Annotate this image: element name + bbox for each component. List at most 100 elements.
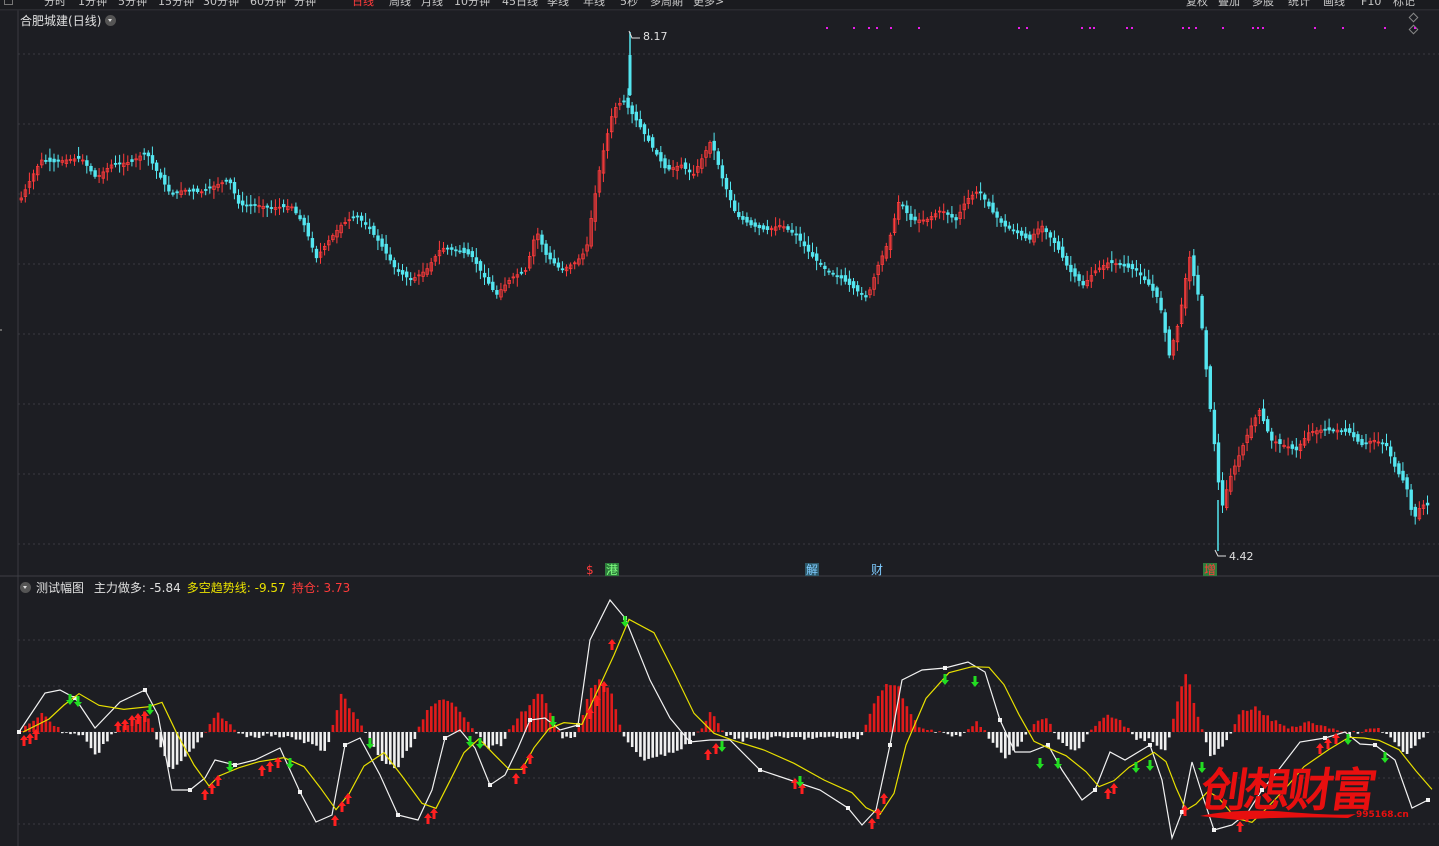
histogram-bar <box>934 732 937 733</box>
candle-body <box>1134 268 1139 271</box>
histogram-bar <box>930 729 933 732</box>
candle-body <box>1007 225 1012 229</box>
histogram-bar <box>192 732 195 749</box>
indicator-series: 主力做多: -5.84 <box>93 581 181 595</box>
histogram-bar <box>241 732 244 734</box>
histogram-bar <box>1086 732 1089 735</box>
histogram-bar <box>56 726 60 732</box>
line-node <box>17 730 21 734</box>
histogram-bar <box>1373 728 1376 732</box>
line-node <box>888 743 892 747</box>
candle-body <box>1356 434 1360 442</box>
histogram-bar <box>1200 729 1204 732</box>
histogram-bar <box>1360 731 1364 733</box>
histogram-bar <box>618 724 622 732</box>
histogram-bar <box>405 732 408 751</box>
chevron-down-icon[interactable] <box>20 582 31 593</box>
candle-body <box>1196 274 1200 295</box>
candle-body <box>454 249 458 252</box>
down-arrow-icon <box>66 694 74 705</box>
histogram-bar <box>999 732 1003 753</box>
line-node <box>528 718 532 722</box>
candle-body <box>745 216 749 223</box>
signal-dot <box>1126 27 1128 29</box>
histogram-bar <box>1040 719 1044 732</box>
line-node <box>233 763 237 767</box>
histogram-bar <box>196 732 199 743</box>
candle-body <box>1401 470 1405 481</box>
histogram-bar <box>413 732 417 739</box>
signal-dot <box>1089 27 1091 29</box>
histogram-bar <box>1016 732 1019 747</box>
histogram-bar <box>536 693 540 732</box>
histogram-bar <box>81 732 85 736</box>
histogram-bar <box>1368 728 1372 732</box>
histogram-bar <box>1204 732 1208 743</box>
candle-body <box>638 118 643 128</box>
candle-body <box>376 235 380 241</box>
candle-body <box>1208 366 1212 409</box>
histogram-bar <box>364 732 367 733</box>
candle-body <box>89 165 93 172</box>
histogram-bar <box>622 732 626 737</box>
candle-body <box>839 275 843 279</box>
histogram-bar <box>1184 674 1187 732</box>
candle-body <box>655 149 659 155</box>
line-node <box>688 740 692 744</box>
up-arrow-icon <box>114 721 122 732</box>
histogram-bar <box>1389 732 1392 738</box>
histogram-bar <box>938 731 941 733</box>
histogram-bar <box>257 732 261 738</box>
histogram-bar <box>659 732 663 755</box>
candle-body <box>1024 233 1028 239</box>
histogram-bar <box>1155 732 1159 746</box>
histogram-bar <box>1098 721 1101 732</box>
candle-body <box>987 201 991 207</box>
candle-body <box>470 251 474 258</box>
histogram-bar <box>1004 732 1007 759</box>
candle-body <box>93 170 97 177</box>
event-marker: $ <box>586 563 594 577</box>
candle-body <box>142 152 146 155</box>
chart-canvas[interactable]: 8.17 4.42 $ 港 解 财 增 <box>0 0 1439 846</box>
event-marker: 财 <box>871 563 883 577</box>
candle-body <box>733 200 737 212</box>
candle-body <box>204 189 208 191</box>
candle-body <box>253 204 257 206</box>
histogram-bar <box>1319 725 1323 732</box>
histogram-bar <box>499 732 503 747</box>
histogram-bar <box>983 730 987 732</box>
candle-body <box>1011 229 1016 232</box>
candle-body <box>175 191 179 194</box>
histogram-bar <box>1045 718 1048 732</box>
histogram-bar <box>987 732 991 739</box>
histogram-bar <box>438 700 441 732</box>
histogram-bar <box>901 698 905 732</box>
candle-body <box>683 162 688 169</box>
signal-dot <box>1018 27 1020 29</box>
histogram-bar <box>1315 725 1319 732</box>
histogram-bar <box>1188 684 1192 732</box>
candle-body <box>1020 230 1024 236</box>
candle-body <box>228 179 233 184</box>
candle-body <box>191 188 196 192</box>
histogram-bar <box>1274 720 1278 732</box>
candle-body <box>901 204 905 207</box>
histogram-bar <box>782 732 786 738</box>
histogram-bar <box>225 721 228 732</box>
candle-body <box>999 218 1003 223</box>
histogram-bar <box>1426 732 1429 733</box>
candle-body <box>720 165 725 179</box>
histogram-bar <box>446 700 449 732</box>
candle-body <box>118 162 122 165</box>
candle-body <box>1261 408 1266 422</box>
histogram-bar <box>44 716 48 732</box>
candle-body <box>1220 480 1225 506</box>
histogram-bar <box>327 732 331 743</box>
candle-body <box>52 158 56 163</box>
histogram-bar <box>1024 732 1028 735</box>
signal-dot <box>1262 27 1264 29</box>
candle-body <box>806 244 811 252</box>
signal-dot <box>1131 27 1133 29</box>
candle-body <box>946 212 950 215</box>
